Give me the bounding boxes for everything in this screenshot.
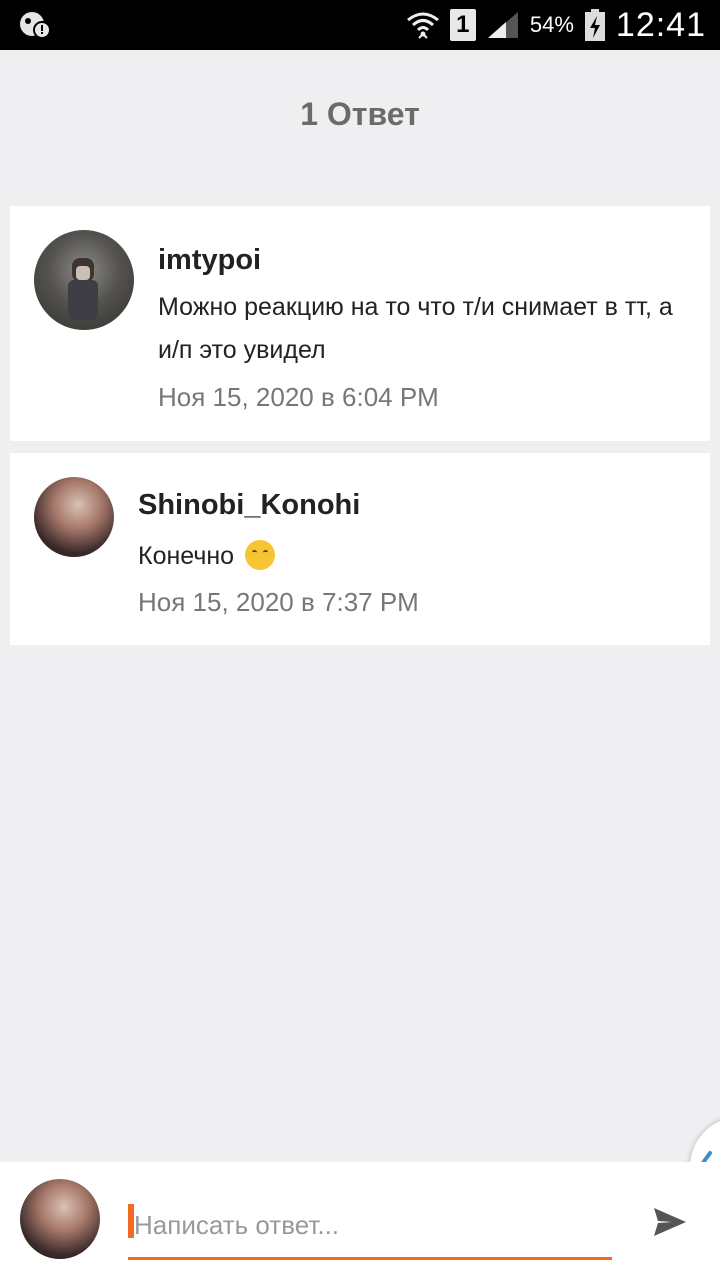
avatar[interactable]: [34, 477, 114, 557]
comment-timestamp: Ноя 15, 2020 в 6:04 PM: [158, 382, 439, 412]
clock: 12:41: [615, 5, 706, 44]
comment-card: imtypoi Можно реакцию на то что т/и сним…: [10, 206, 710, 441]
send-icon[interactable]: [650, 1202, 690, 1242]
comment-text: Можно реакцию на то что т/и снимает в тт…: [158, 293, 673, 364]
input-underline: [128, 1257, 612, 1260]
comment-text-content: Конечно: [138, 542, 235, 570]
comment-author[interactable]: imtypoi: [158, 244, 261, 277]
smiling-face-emoji-icon: [245, 540, 276, 570]
comment-card: Shinobi_Konohi Конечно Ноя 15, 2020 в 7:…: [10, 453, 710, 645]
battery-percent: 54%: [529, 12, 574, 37]
current-user-avatar: [20, 1179, 100, 1259]
page-title: 1 Ответ: [300, 96, 420, 132]
notification-icon: [20, 12, 51, 39]
reply-composer: [0, 1162, 720, 1280]
avatar[interactable]: [34, 230, 134, 330]
reply-input[interactable]: [128, 1202, 612, 1248]
comment-text: Конечно: [138, 535, 276, 578]
sim-slot-indicator: 1: [449, 9, 476, 41]
battery-charging-icon: [584, 9, 605, 41]
comment-author[interactable]: Shinobi_Konohi: [138, 489, 360, 522]
wifi-icon: [406, 12, 439, 39]
comment-timestamp: Ноя 15, 2020 в 7:37 PM: [138, 587, 419, 617]
status-bar: 1 54% 12:41: [0, 0, 720, 50]
signal-icon: [487, 12, 518, 38]
avatar-image: [68, 258, 98, 320]
